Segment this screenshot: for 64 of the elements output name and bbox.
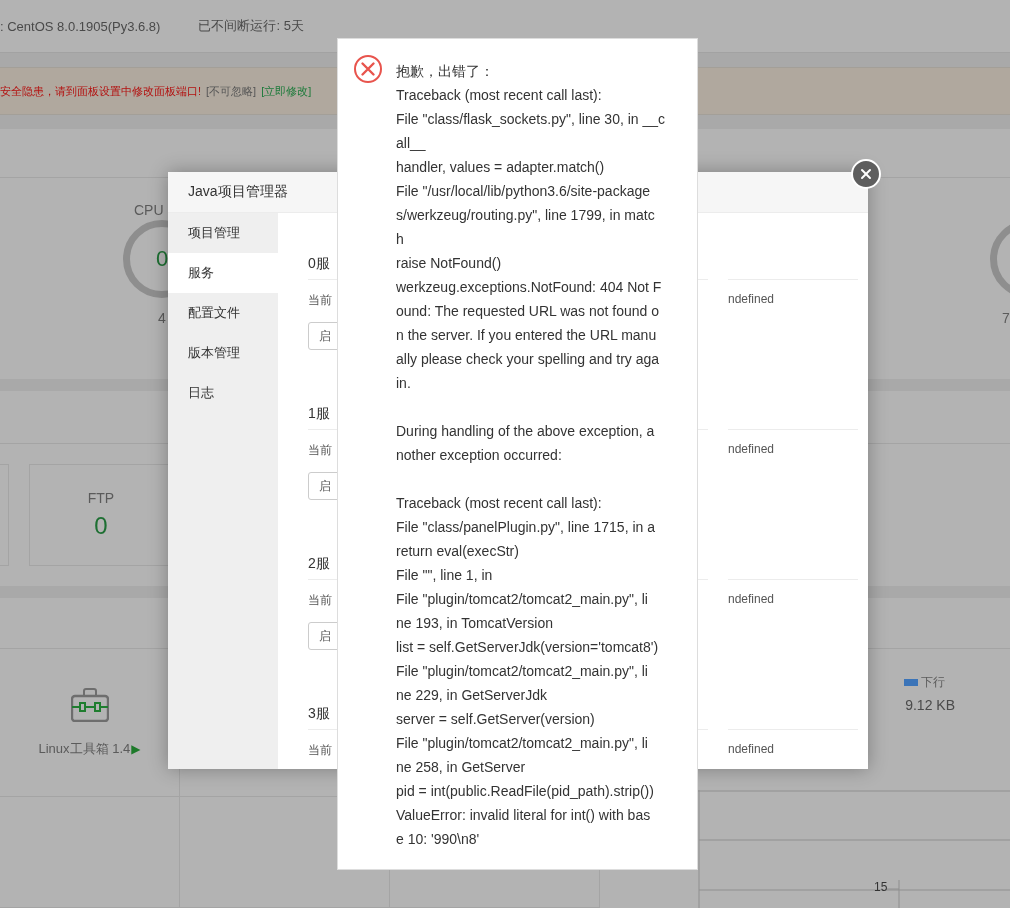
card-title: FTP [87,490,115,506]
status-value: ndefined [728,742,776,758]
traceback-line: File "plugin/tomcat2/tomcat2_main.py", li [396,590,649,609]
error-icon [353,54,383,84]
traceback-line: pid = int(public.ReadFile(pid_path).strip()) [396,782,655,801]
sidebar-tab[interactable]: 日志 [168,373,278,413]
traceback-line: ound: The requested URL was not found o [396,302,661,321]
traceback-line: File "plugin/tomcat2/tomcat2_main.py", li [396,662,649,681]
service-title: 3服 [308,704,331,723]
gauge-label: CPU [133,202,164,220]
traceback-line: File "class/panelPlugin.py", line 1715, in a [396,518,656,537]
traceback-line: Traceback (most recent call last): [396,494,603,513]
uptime-info: 已不间断运行: 5天 [198,17,304,35]
traceback-line: File "plugin/tomcat2/tomcat2_main.py", li [396,734,649,753]
system-info: : CentOS 8.0.1905(Py3.6.8) [0,18,161,34]
traceback-line: During handling of the above exception, a [396,422,656,441]
axis-tick-label: 15 [874,880,888,894]
traceback-line: handler, values = adapter.match() [396,158,606,177]
traceback-line: n the server. If you entered the URL manu [396,326,658,345]
traceback-line: server = self.GetServer(version) [396,710,596,729]
traceback-line: in. [396,374,412,393]
status-label: 当前 [308,292,333,309]
traceback-line: raise NotFound() [396,254,503,273]
gauge-caption: 7 [1001,310,1010,326]
traceback-line: ally please check your spelling and try aga [396,350,661,369]
traceback-line: File "class/flask_sockets.py", line 30, in __c [396,110,666,129]
service-title: 1服 [308,404,331,423]
card-value: 0 [94,512,108,540]
traceback-line: nother exception occurred: [396,446,563,465]
sidebar-tab[interactable]: 服务 [168,253,278,293]
traceback-line: ne 193, in TomcatVersion [396,614,554,633]
traceback-line: File "", line 1, in [396,566,494,585]
service-title: 0服 [308,254,331,273]
status-value: ndefined [728,592,776,608]
download-value: 9.12 KB [905,697,955,713]
legend-item: 下行 [904,674,945,691]
status-label: 当前 [308,592,333,609]
warning-message: 安全隐患，请到面板设置中修改面板端口! [0,83,202,99]
traceback-line: Traceback (most recent call last): [396,86,603,105]
close-icon [858,166,874,182]
traceback-line: ValueError: invalid literal for int() with bas [396,806,652,825]
traceback-line: list = self.GetServerJdk(version='tomcat8') [396,638,660,657]
gauge-caption: 4 [158,310,166,326]
dialog-title: Java项目管理器 [188,183,288,201]
traceback-line: h [396,230,405,249]
traceback-line: e 10: '990\n8' [396,830,481,849]
toolbox-icon [70,687,109,722]
sidebar-tab[interactable]: 版本管理 [168,333,278,373]
status-label: 当前 [308,742,333,759]
sidebar-tab[interactable]: 配置文件 [168,293,278,333]
sidebar-tab[interactable]: 项目管理 [168,213,278,253]
traceback-line: s/werkzeug/routing.py", line 1799, in matc [396,206,656,225]
status-value: ndefined [728,442,776,458]
traceback-line: werkzeug.exceptions.NotFound: 404 Not F [396,278,663,297]
traceback-line: ne 258, in GetServer [396,758,527,777]
traceback-line: ne 229, in GetServerJdk [396,686,548,705]
traceback-line: File "/usr/local/lib/python3.6/site-package [396,182,651,201]
status-label: 当前 [308,442,333,459]
error-title: 抱歉，出错了： [396,62,495,81]
status-value: ndefined [728,292,776,308]
service-title: 2服 [308,554,331,573]
gauge-value: 0 [155,246,169,272]
traceback-line: all__ [396,134,427,153]
traceback-line: return eval(execStr) [396,542,520,561]
